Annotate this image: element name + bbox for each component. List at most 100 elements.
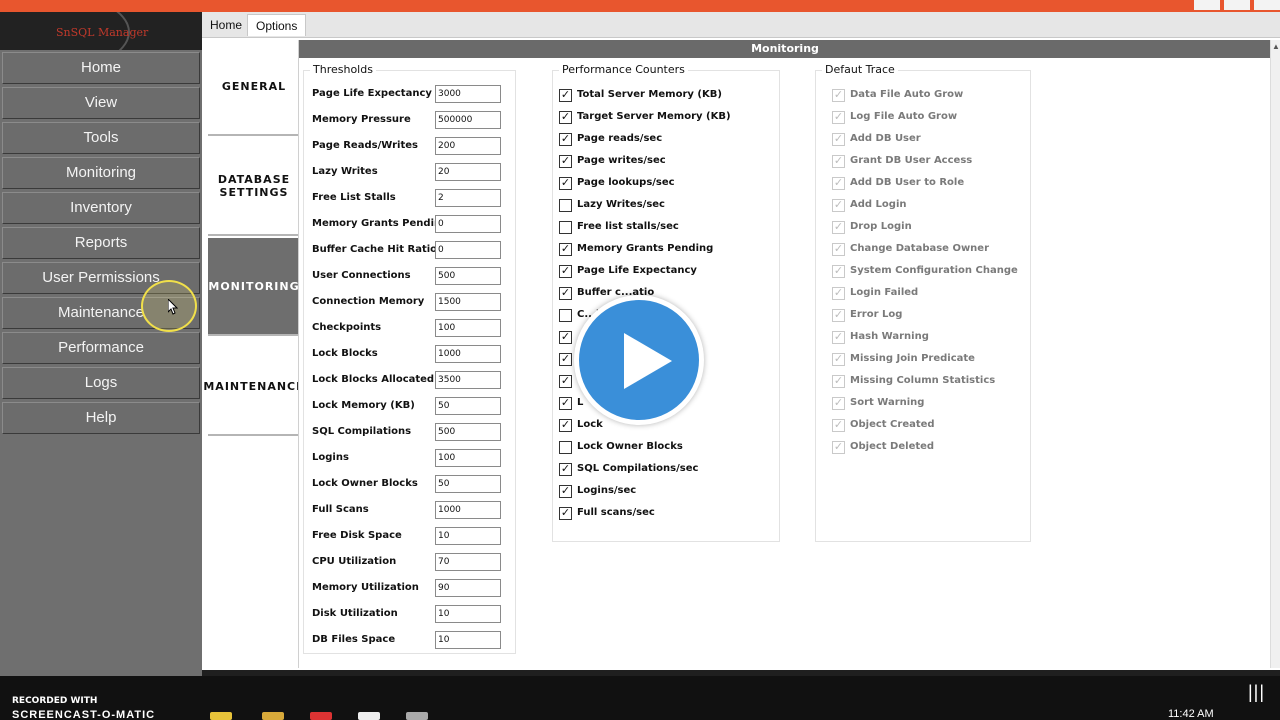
tab-home[interactable]: Home bbox=[202, 14, 250, 36]
counter-checkbox[interactable]: ✓ bbox=[559, 133, 572, 146]
counter-checkbox[interactable]: ✓ bbox=[559, 353, 572, 366]
counter-checkbox[interactable]: ✓ bbox=[559, 287, 572, 300]
trace-label: Missing Join Predicate bbox=[850, 353, 975, 364]
trace-checkbox: ✓ bbox=[832, 441, 845, 454]
counter-label: Total Server Memory (KB) bbox=[577, 89, 722, 100]
menu-bars-icon[interactable]: ||| bbox=[1248, 682, 1265, 703]
threshold-label: Connection Memory bbox=[312, 296, 425, 307]
counter-checkbox[interactable]: ✓ bbox=[559, 243, 572, 256]
threshold-input[interactable] bbox=[435, 189, 501, 207]
counter-checkbox[interactable]: ✓ bbox=[559, 397, 572, 410]
nav-item-monitoring[interactable]: Monitoring bbox=[2, 157, 200, 189]
threshold-label: Memory Utilization bbox=[312, 582, 419, 593]
threshold-input[interactable] bbox=[435, 605, 501, 623]
maximize-button[interactable] bbox=[1224, 0, 1250, 10]
settings-gear-icon[interactable] bbox=[406, 712, 428, 720]
threshold-input[interactable] bbox=[435, 345, 501, 363]
thresholds-title: Thresholds bbox=[310, 63, 376, 76]
trace-checkbox: ✓ bbox=[832, 155, 845, 168]
threshold-label: Checkpoints bbox=[312, 322, 382, 333]
nav-item-performance[interactable]: Performance bbox=[2, 332, 200, 364]
side-tab-monitoring[interactable]: MONITORING bbox=[208, 238, 300, 336]
media-icon[interactable] bbox=[310, 712, 332, 720]
threshold-input[interactable] bbox=[435, 475, 501, 493]
threshold-input[interactable] bbox=[435, 293, 501, 311]
counter-checkbox[interactable]: ✓ bbox=[559, 485, 572, 498]
app-window-icon[interactable] bbox=[358, 712, 380, 720]
threshold-input[interactable] bbox=[435, 371, 501, 389]
counter-checkbox[interactable] bbox=[559, 199, 572, 212]
threshold-input[interactable] bbox=[435, 319, 501, 337]
counter-checkbox[interactable]: ✓ bbox=[559, 463, 572, 476]
video-play-button[interactable] bbox=[574, 295, 704, 425]
trace-checkbox: ✓ bbox=[832, 353, 845, 366]
threshold-input[interactable] bbox=[435, 85, 501, 103]
threshold-input[interactable] bbox=[435, 163, 501, 181]
nav-item-tools[interactable]: Tools bbox=[2, 122, 200, 154]
threshold-label: Lock Blocks Allocated bbox=[312, 374, 435, 385]
counter-checkbox[interactable]: ✓ bbox=[559, 155, 572, 168]
threshold-input[interactable] bbox=[435, 631, 501, 649]
taskbar-clock: 11:42 AM bbox=[1168, 708, 1214, 720]
counter-label: Page lookups/sec bbox=[577, 177, 675, 188]
performance-counters-title: Performance Counters bbox=[559, 63, 688, 76]
threshold-input[interactable] bbox=[435, 553, 501, 571]
threshold-input[interactable] bbox=[435, 241, 501, 259]
threshold-label: DB Files Space bbox=[312, 634, 396, 645]
threshold-input[interactable] bbox=[435, 137, 501, 155]
nav-item-logs[interactable]: Logs bbox=[2, 367, 200, 399]
side-tab-maintenance[interactable]: MAINTENANCE bbox=[203, 338, 304, 436]
threshold-input[interactable] bbox=[435, 579, 501, 597]
threshold-input[interactable] bbox=[435, 423, 501, 441]
trace-label: Change Database Owner bbox=[850, 243, 990, 254]
file-explorer-icon[interactable] bbox=[210, 712, 232, 720]
counter-checkbox[interactable]: ✓ bbox=[559, 89, 572, 102]
counter-checkbox[interactable]: ✓ bbox=[559, 419, 572, 432]
counter-checkbox[interactable]: ✓ bbox=[559, 507, 572, 520]
counter-checkbox[interactable] bbox=[559, 441, 572, 454]
counter-checkbox[interactable] bbox=[559, 221, 572, 234]
screencast-brand: SCREENCAST-O-MATIC bbox=[12, 709, 156, 720]
counter-checkbox[interactable]: ✓ bbox=[559, 177, 572, 190]
counter-checkbox[interactable]: ✓ bbox=[559, 331, 572, 344]
threshold-input[interactable] bbox=[435, 215, 501, 233]
default-trace-title: Defaut Trace bbox=[822, 63, 898, 76]
counter-checkbox[interactable]: ✓ bbox=[559, 265, 572, 278]
close-button[interactable] bbox=[1254, 0, 1280, 10]
trace-checkbox: ✓ bbox=[832, 287, 845, 300]
tab-options[interactable]: Options bbox=[247, 14, 307, 36]
vertical-scrollbar[interactable]: ▲ bbox=[1270, 40, 1280, 668]
trace-label: Object Created bbox=[850, 419, 935, 430]
threshold-label: Lock Memory (KB) bbox=[312, 400, 415, 411]
counter-label: Page Life Expectancy bbox=[577, 265, 697, 276]
nav-item-inventory[interactable]: Inventory bbox=[2, 192, 200, 224]
counter-label: Logins/sec bbox=[577, 485, 637, 496]
nav-item-reports[interactable]: Reports bbox=[2, 227, 200, 259]
options-content: GENERAL DATABASE SETTINGS MONITORING MAI… bbox=[202, 38, 1280, 670]
threshold-input[interactable] bbox=[435, 501, 501, 519]
side-tab-database-settings[interactable]: DATABASE SETTINGS bbox=[208, 138, 300, 236]
scroll-up-icon[interactable]: ▲ bbox=[1272, 42, 1280, 51]
nav-item-help[interactable]: Help bbox=[2, 402, 200, 434]
trace-checkbox: ✓ bbox=[832, 221, 845, 234]
threshold-input[interactable] bbox=[435, 397, 501, 415]
play-icon bbox=[624, 333, 672, 389]
counter-checkbox[interactable]: ✓ bbox=[559, 375, 572, 388]
counter-label: Free list stalls/sec bbox=[577, 221, 679, 232]
threshold-input[interactable] bbox=[435, 267, 501, 285]
minimize-button[interactable] bbox=[1194, 0, 1220, 10]
counter-checkbox[interactable]: ✓ bbox=[559, 111, 572, 124]
nav-item-view[interactable]: View bbox=[2, 87, 200, 119]
side-tab-general[interactable]: GENERAL bbox=[208, 38, 300, 136]
folder-icon[interactable] bbox=[262, 712, 284, 720]
counter-checkbox[interactable] bbox=[559, 309, 572, 322]
counter-label: Lock bbox=[577, 419, 603, 430]
threshold-input[interactable] bbox=[435, 449, 501, 467]
trace-checkbox: ✓ bbox=[832, 243, 845, 256]
threshold-label: Disk Utilization bbox=[312, 608, 398, 619]
threshold-input[interactable] bbox=[435, 111, 501, 129]
nav-item-home[interactable]: Home bbox=[2, 52, 200, 84]
threshold-input[interactable] bbox=[435, 527, 501, 545]
recorded-with-label: RECORDED WITH bbox=[12, 696, 98, 706]
trace-checkbox: ✓ bbox=[832, 397, 845, 410]
